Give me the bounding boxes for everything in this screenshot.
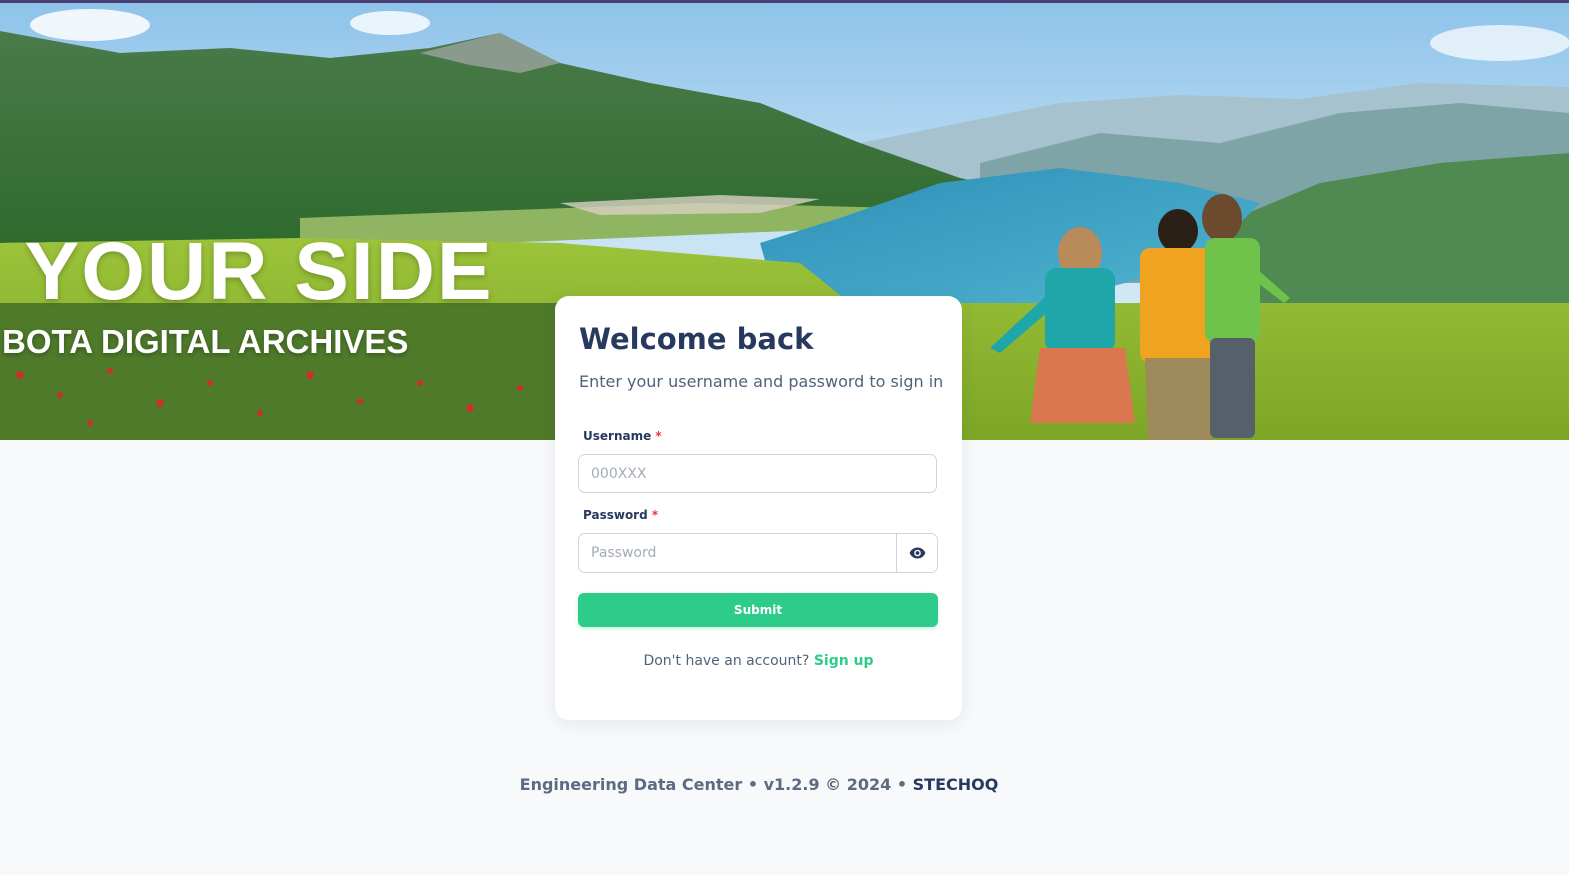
- password-label-text: Password: [583, 508, 648, 522]
- signup-prompt: Don't have an account?: [643, 653, 810, 669]
- hero-title: N YOUR SIDE: [0, 226, 494, 317]
- footer-text: Engineering Data Center • v1.2.9 © 2024 …: [519, 775, 908, 794]
- signup-link[interactable]: Sign up: [814, 653, 874, 669]
- login-card: Welcome back Enter your username and pas…: [555, 296, 962, 720]
- hero-subtitle: BOTA DIGITAL ARCHIVES: [2, 323, 409, 360]
- username-label: Username *: [583, 429, 662, 443]
- required-mark: *: [655, 429, 662, 443]
- required-mark: *: [651, 508, 659, 522]
- submit-button[interactable]: Submit: [578, 593, 938, 627]
- username-input[interactable]: [578, 454, 937, 493]
- password-input[interactable]: [579, 534, 896, 572]
- eye-icon: [909, 547, 925, 559]
- username-label-text: Username: [583, 429, 652, 443]
- password-field-group: [578, 533, 938, 573]
- footer: Engineering Data Center • v1.2.9 © 2024 …: [0, 775, 1518, 794]
- footer-brand: STECHOQ: [912, 775, 999, 794]
- show-password-button[interactable]: [896, 534, 937, 572]
- signup-row: Don't have an account? Sign up: [555, 653, 962, 669]
- login-title: Welcome back: [579, 322, 814, 356]
- login-subtitle: Enter your username and password to sign…: [579, 372, 944, 391]
- password-label: Password *: [583, 508, 658, 522]
